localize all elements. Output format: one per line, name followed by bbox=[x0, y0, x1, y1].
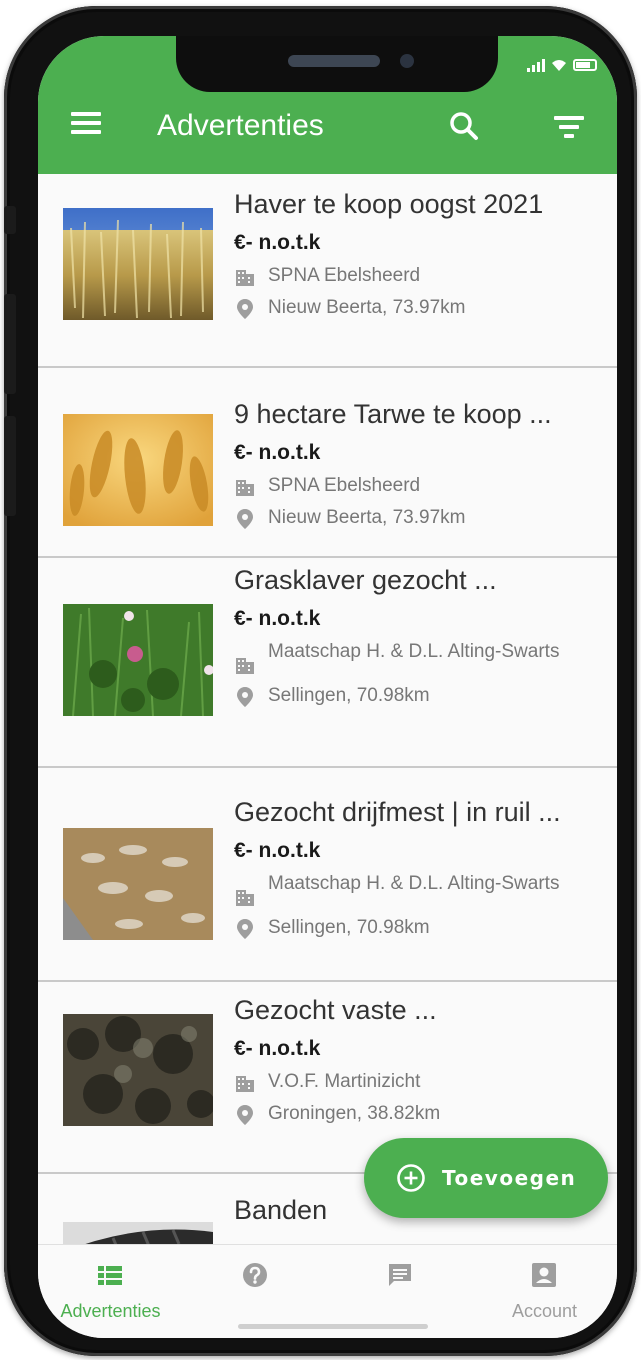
listing-item[interactable]: 9 hectare Tarwe te koop ... €- n.o.t.k S… bbox=[38, 368, 617, 558]
listing-company: SPNA Ebelsheerd bbox=[268, 265, 421, 286]
nav-label-advertenties: Advertenties bbox=[60, 1301, 161, 1321]
volume-down-button bbox=[4, 416, 16, 516]
listing-thumbnail bbox=[63, 208, 213, 320]
listing-location-row: Nieuw Beerta, 73.97km bbox=[234, 296, 609, 320]
location-pin-icon bbox=[237, 509, 253, 529]
listing-company: Maatschap H. & D.L. Alting-Swarts bbox=[268, 641, 560, 662]
account-box-icon bbox=[532, 1263, 556, 1287]
listing-location: Sellingen, 70.98km bbox=[268, 917, 430, 938]
screen: Advertenties Haver te koop oogst 2021 €-… bbox=[38, 36, 617, 1338]
mute-switch bbox=[4, 206, 16, 234]
listing-thumbnail bbox=[63, 828, 213, 940]
listing-location: Nieuw Beerta, 73.97km bbox=[268, 507, 466, 528]
listing-item[interactable]: Haver te koop oogst 2021 €- n.o.t.k SPNA… bbox=[38, 174, 617, 368]
home-indicator bbox=[238, 1324, 428, 1329]
listing-location: Groningen, 38.82km bbox=[268, 1103, 441, 1124]
listing-price: €- n.o.t.k bbox=[234, 607, 321, 630]
search-icon[interactable] bbox=[448, 110, 480, 142]
location-pin-icon bbox=[237, 1105, 253, 1125]
nav-item-account[interactable]: Account bbox=[472, 1245, 617, 1338]
listing-item[interactable]: Gezocht drijfmest | in ruil ... €- n.o.t… bbox=[38, 768, 617, 982]
building-icon bbox=[236, 480, 254, 496]
page-title: Advertenties bbox=[157, 109, 324, 142]
listing-price: €- n.o.t.k bbox=[234, 1037, 321, 1060]
clover-grass-photo bbox=[63, 604, 213, 716]
listing-company: SPNA Ebelsheerd bbox=[268, 475, 421, 496]
listing-thumbnail bbox=[63, 414, 213, 526]
speaker bbox=[288, 55, 380, 67]
chat-icon bbox=[389, 1264, 411, 1286]
phone-frame: Advertenties Haver te koop oogst 2021 €-… bbox=[4, 6, 637, 1356]
listing-text: Gezocht drijfmest | in ruil ... €- n.o.t… bbox=[234, 796, 609, 940]
listing-price: €- n.o.t.k bbox=[234, 839, 321, 862]
status-bar-icons bbox=[527, 58, 597, 72]
manure-pit-photo bbox=[63, 828, 213, 940]
listing-location: Sellingen, 70.98km bbox=[268, 685, 430, 706]
listing-item[interactable]: Grasklaver gezocht ... €- n.o.t.k Maatsc… bbox=[38, 558, 617, 768]
wifi-icon bbox=[552, 60, 566, 71]
list-icon bbox=[98, 1266, 122, 1285]
building-icon bbox=[236, 658, 254, 674]
listing-text: Grasklaver gezocht ... €- n.o.t.k Maatsc… bbox=[234, 564, 609, 708]
listing-title: 9 hectare Tarwe te koop ... bbox=[234, 399, 552, 429]
nav-label-account: Account bbox=[511, 1301, 578, 1321]
listing-company-row: SPNA Ebelsheerd bbox=[234, 474, 609, 498]
oats-field-photo bbox=[63, 208, 213, 320]
signal-icon bbox=[527, 58, 545, 72]
building-icon bbox=[236, 890, 254, 906]
listing-text: 9 hectare Tarwe te koop ... €- n.o.t.k S… bbox=[234, 398, 609, 530]
location-pin-icon bbox=[237, 687, 253, 707]
app-bar: Advertenties bbox=[38, 36, 617, 174]
solid-manure-photo bbox=[63, 1014, 213, 1126]
add-listing-label: Toevoegen bbox=[442, 1166, 577, 1190]
listing-price: €- n.o.t.k bbox=[234, 231, 321, 254]
location-pin-icon bbox=[237, 299, 253, 319]
listing-location-row: Groningen, 38.82km bbox=[234, 1102, 609, 1126]
menu-icon[interactable] bbox=[71, 112, 101, 134]
listing-text: Haver te koop oogst 2021 €- n.o.t.k SPNA… bbox=[234, 188, 609, 320]
notch bbox=[176, 36, 498, 92]
listing-company-row: Maatschap H. & D.L. Alting-Swarts bbox=[234, 872, 609, 908]
listing-price: €- n.o.t.k bbox=[234, 441, 321, 464]
listing-text: Gezocht vaste ... €- n.o.t.k V.O.F. Mart… bbox=[234, 994, 609, 1126]
building-icon bbox=[236, 270, 254, 286]
volume-up-button bbox=[4, 294, 16, 394]
add-listing-button[interactable]: Toevoegen bbox=[364, 1138, 608, 1218]
help-icon bbox=[243, 1263, 267, 1287]
add-circle-icon bbox=[397, 1164, 425, 1192]
listing-company: Maatschap H. & D.L. Alting-Swarts bbox=[268, 873, 560, 894]
location-pin-icon bbox=[237, 919, 253, 939]
listing-company-row: SPNA Ebelsheerd bbox=[234, 264, 609, 288]
listing-title: Grasklaver gezocht ... bbox=[234, 565, 497, 595]
listing-location-row: Nieuw Beerta, 73.97km bbox=[234, 506, 609, 530]
listing-title: Gezocht vaste ... bbox=[234, 995, 437, 1025]
listing-title: Gezocht drijfmest | in ruil ... bbox=[234, 797, 561, 827]
nav-item-advertenties[interactable]: Advertenties bbox=[38, 1245, 183, 1338]
listing-thumbnail bbox=[63, 1014, 213, 1126]
filter-icon[interactable] bbox=[554, 116, 584, 140]
listing-company-row: Maatschap H. & D.L. Alting-Swarts bbox=[234, 640, 609, 676]
listing-company-row: V.O.F. Martinizicht bbox=[234, 1070, 609, 1094]
listing-company: V.O.F. Martinizicht bbox=[268, 1071, 421, 1092]
listing-location-row: Sellingen, 70.98km bbox=[234, 916, 609, 940]
building-icon bbox=[236, 1076, 254, 1092]
listing-thumbnail bbox=[63, 604, 213, 716]
camera-dot bbox=[400, 54, 414, 68]
listing-location: Nieuw Beerta, 73.97km bbox=[268, 297, 466, 318]
listing-title: Haver te koop oogst 2021 bbox=[234, 189, 544, 219]
battery-icon bbox=[573, 59, 597, 71]
wheat-closeup-photo bbox=[63, 414, 213, 526]
listing-location-row: Sellingen, 70.98km bbox=[234, 684, 609, 708]
